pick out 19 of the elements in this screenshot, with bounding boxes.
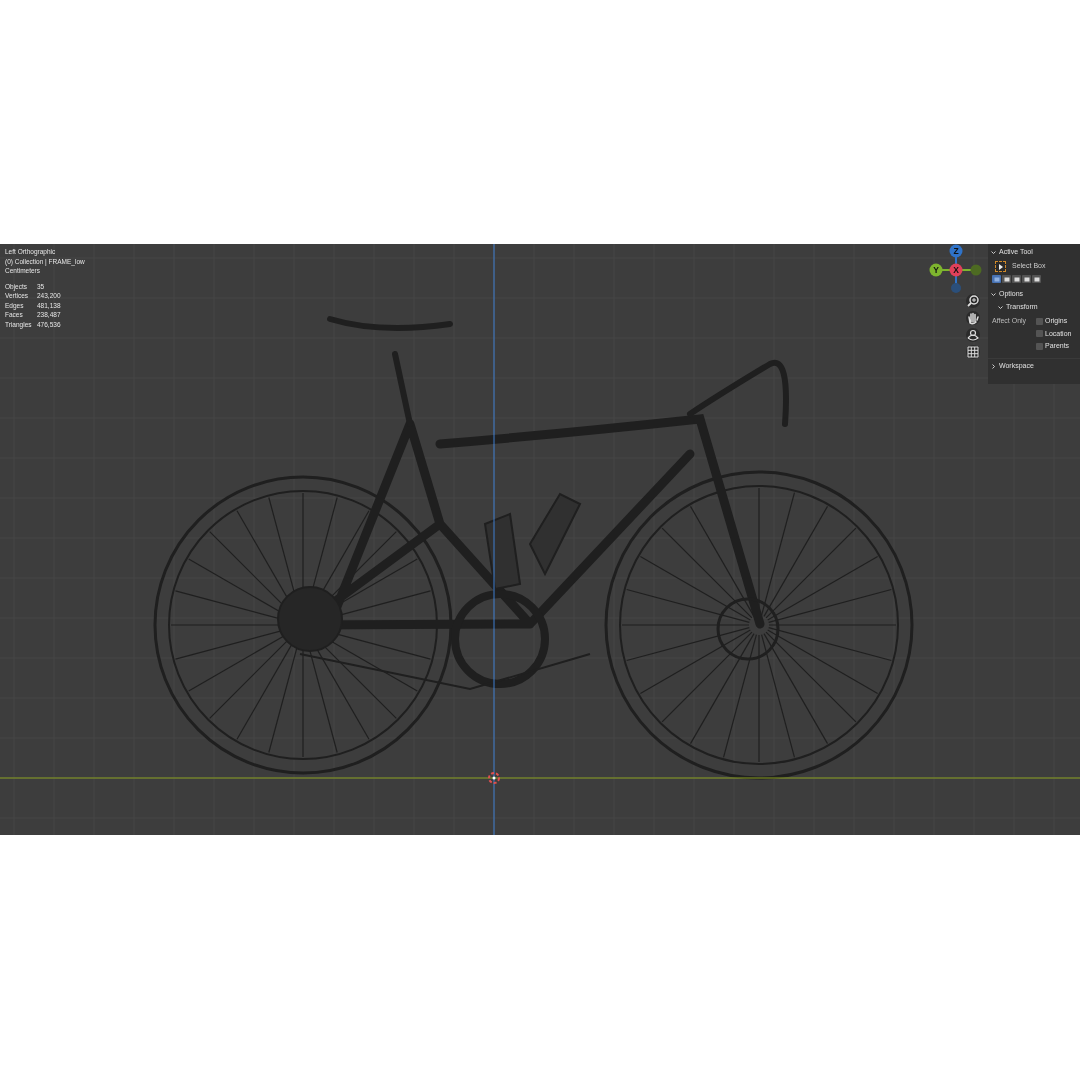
checkbox[interactable] bbox=[1036, 342, 1043, 350]
grid-icon[interactable] bbox=[966, 345, 980, 359]
checkbox[interactable] bbox=[1036, 330, 1043, 338]
hand-icon[interactable] bbox=[966, 311, 980, 325]
selection-mode-button[interactable] bbox=[1032, 275, 1041, 283]
axis-gizmo-drawing[interactable]: Z Y X bbox=[928, 244, 986, 294]
chevron-down-icon[interactable] bbox=[991, 250, 996, 255]
orbit-icon[interactable] bbox=[966, 328, 980, 342]
3d-cursor-icon[interactable] bbox=[488, 772, 500, 784]
checkbox[interactable] bbox=[1036, 317, 1043, 325]
chevron-down-icon[interactable] bbox=[998, 305, 1003, 310]
selection-mode-button[interactable] bbox=[1012, 275, 1021, 283]
selection-mode-button[interactable] bbox=[1022, 275, 1031, 283]
zoom-icon[interactable] bbox=[966, 294, 980, 308]
selection-mode-button[interactable] bbox=[992, 275, 1001, 283]
selection-mode-button[interactable] bbox=[1002, 275, 1011, 283]
chevron-right-icon[interactable] bbox=[991, 363, 996, 369]
chevron-down-icon[interactable] bbox=[991, 292, 996, 297]
select-box-tool-icon[interactable] bbox=[995, 261, 1006, 272]
